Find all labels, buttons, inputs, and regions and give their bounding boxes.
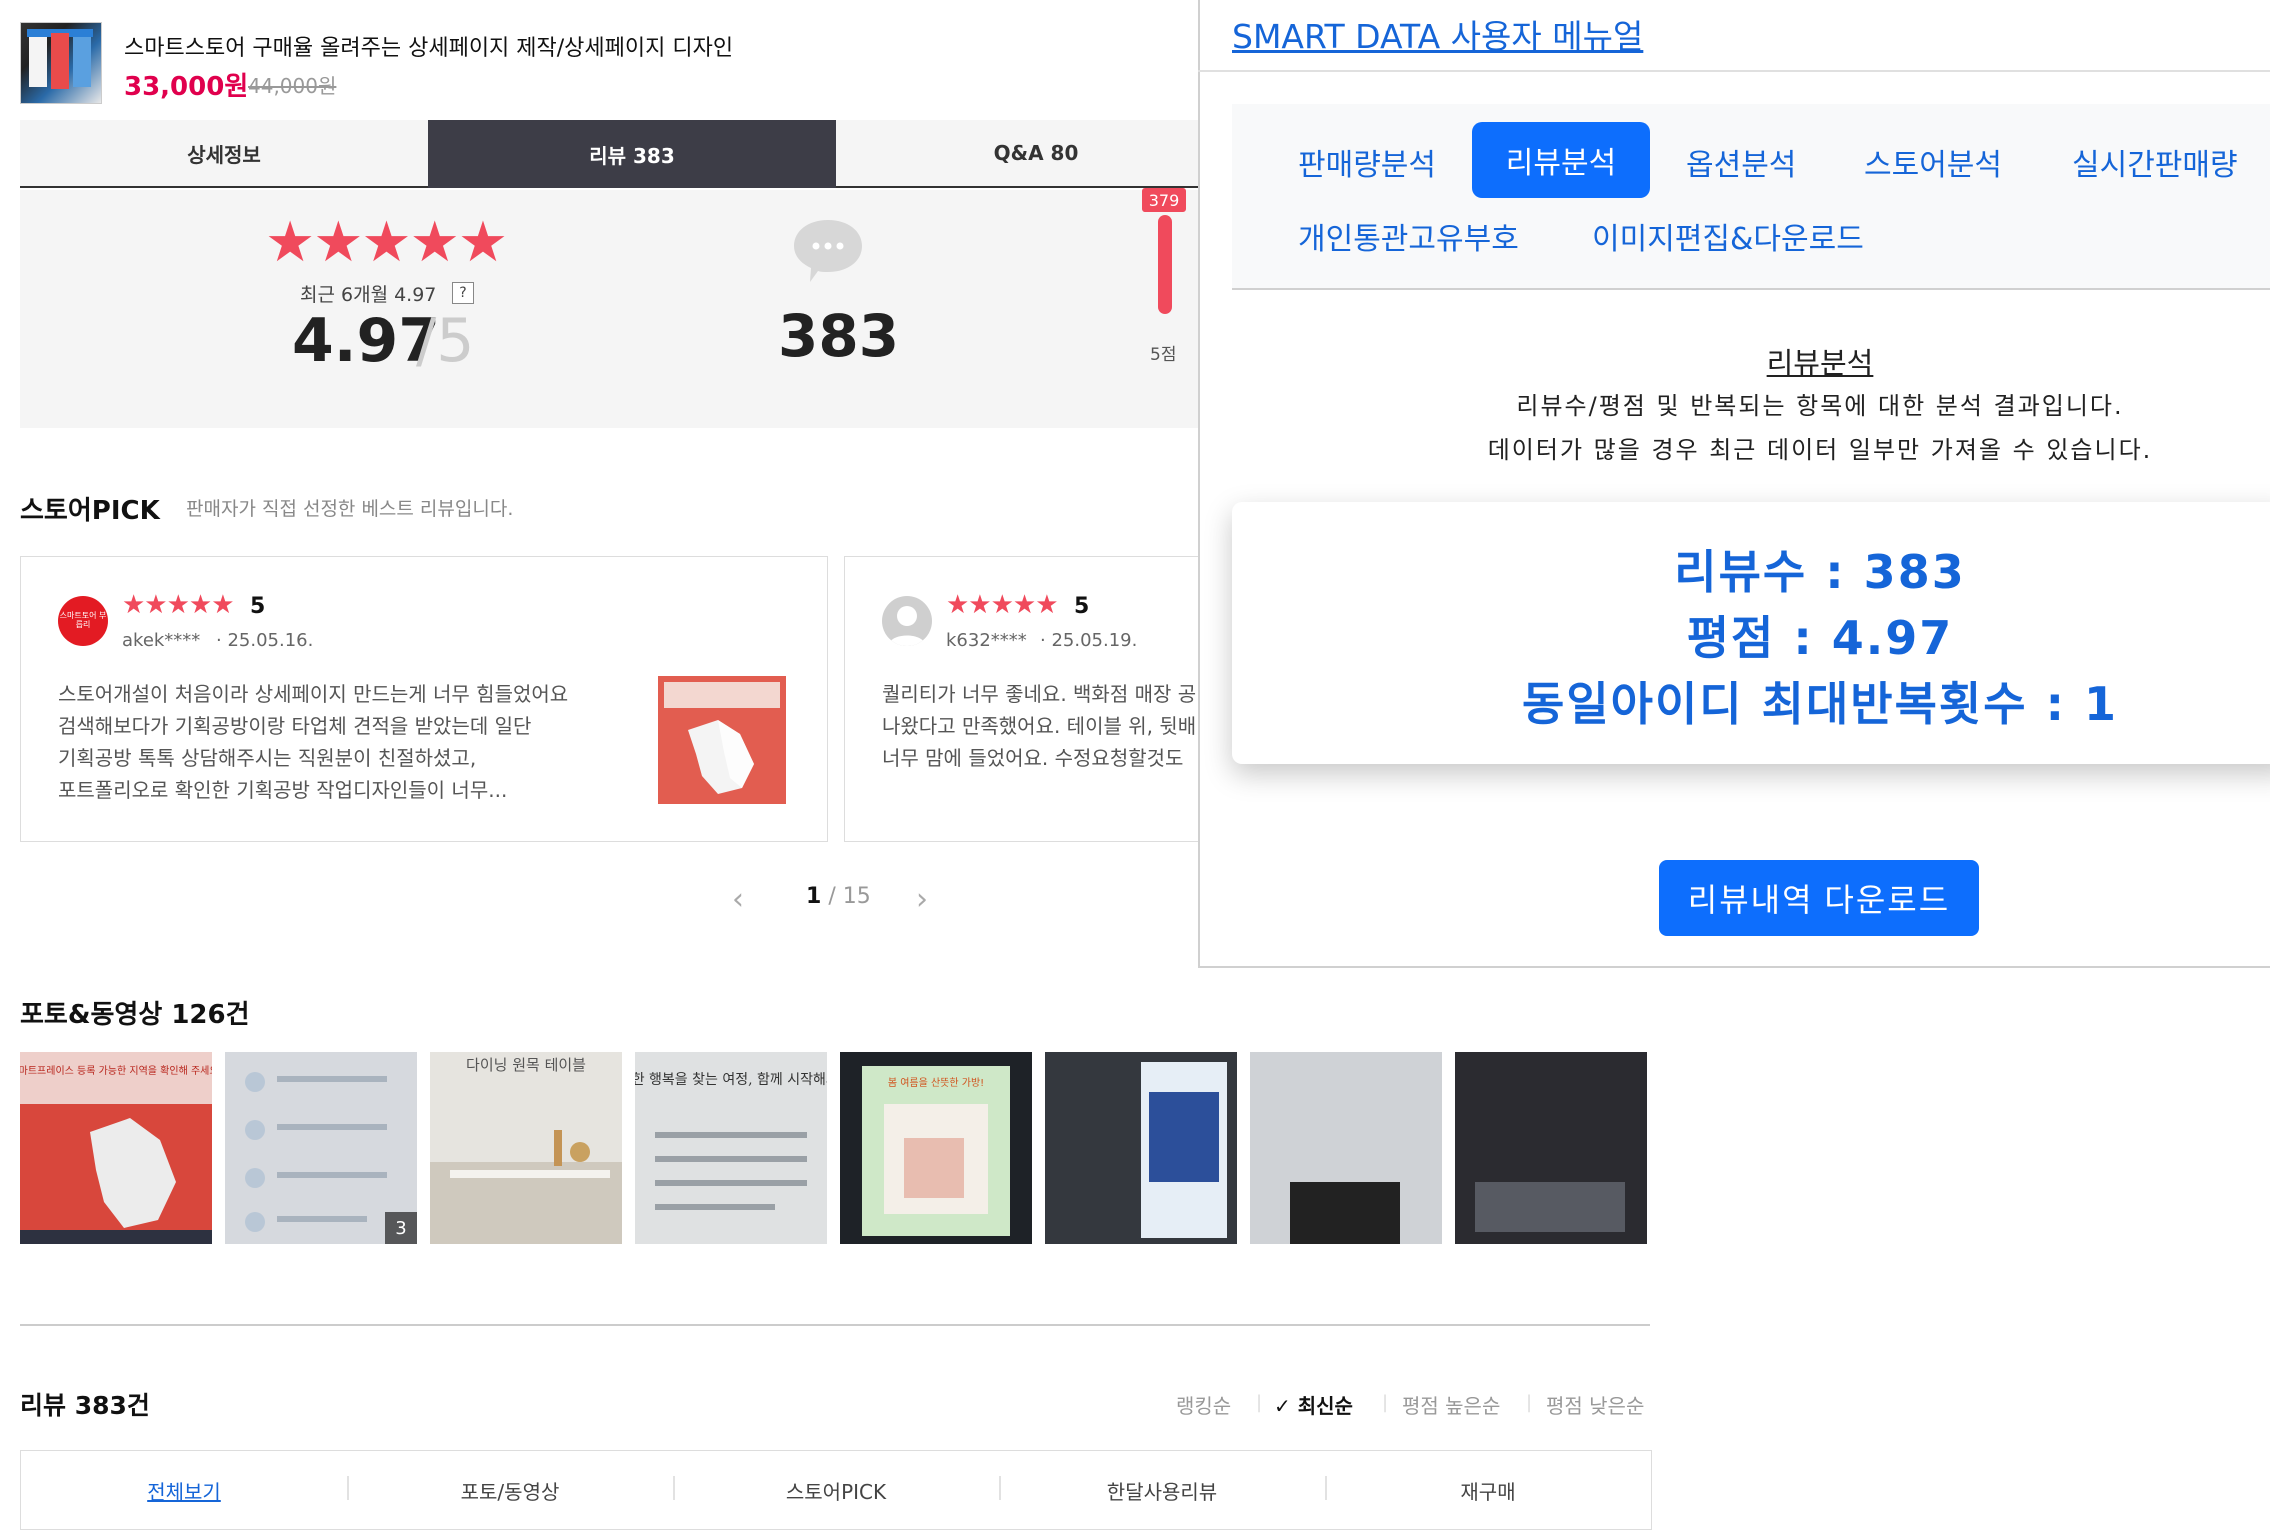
review-download-button[interactable]: 리뷰내역 다운로드 [1659,860,1979,936]
photo-thumbnail[interactable] [1045,1052,1237,1244]
sort-latest[interactable]: ✓ 최신순 [1274,1390,1353,1419]
result-max-repeat: 동일아이디 최대반복횟수 : 1 [1522,677,2118,731]
photo-caption: 스마트프레이스 등록 가능한 지역을 확인해 주세요! [20,1064,212,1077]
rating-max: /5 [416,306,475,376]
rating-stars: ★★★★★ [265,210,508,275]
sort-latest-label: 최신순 [1297,1394,1353,1418]
five-star-count-badge: 379 [1142,188,1186,212]
review-text-line: 너무 맘에 들었어요. 수정요청할것도 [882,746,1184,770]
photo-thumbnail[interactable] [1455,1052,1647,1244]
pager-total: / 15 [828,884,871,909]
reviewer-avatar: 스마트토어 부릅리 [58,596,108,646]
review-stars: ★★★★★ [946,590,1059,620]
speech-bubble-icon [794,220,862,282]
photo-thumbnail[interactable]: 진정한 행복을 찾는 여정, 함께 시작해봐요. [635,1052,827,1244]
product-original-price: 44,000원 [248,74,337,98]
store-pick-description: 판매자가 직접 선정한 베스트 리뷰입니다. [186,498,514,520]
photo-caption: 다이닝 원목 테이블 [466,1056,586,1074]
check-icon: ✓ [1274,1394,1291,1418]
photo-thumbnail[interactable]: 3 [225,1052,417,1244]
panel-divider [1198,70,2270,72]
sort-rating-high[interactable]: 평점 높은순 [1402,1390,1500,1419]
photo-thumbnail[interactable]: 스마트프레이스 등록 가능한 지역을 확인해 주세요! [20,1052,212,1244]
store-pick-title: 스토어PICK [20,496,160,526]
section-description: 리뷰수/평점 및 반복되는 항목에 대한 분석 결과입니다. 데이터가 많을 경… [1400,384,2240,472]
review-count: 383 [778,302,900,370]
analysis-menu [1232,104,2270,290]
filter-separator [347,1476,349,1500]
photo-count-badge: 3 [385,1212,417,1244]
pager-status: 1 / 15 [806,884,871,909]
recent-rating-label: 최근 6개월 4.97 [300,284,437,306]
filter-month-use[interactable]: 한달사용리뷰 [1062,1476,1262,1505]
filter-separator [673,1476,675,1500]
sort-separator: | [1256,1392,1263,1413]
filter-all[interactable]: 전체보기 [84,1476,284,1505]
photo-thumbnail[interactable]: 다이닝 원목 테이블 [430,1052,622,1244]
help-icon[interactable]: ? [452,282,474,304]
product-price: 33,000원 [124,72,249,102]
review-total-count: 리뷰 383건 [20,1391,150,1420]
sort-separator: | [1382,1392,1389,1413]
photo-thumbnail[interactable]: 봄 여름을 산뜻한 가방! [840,1052,1032,1244]
menu-option-analysis[interactable]: 옵션분석 [1686,140,1796,184]
review-photo[interactable] [658,676,786,804]
photo-video-title: 포토&동영상 126건 [20,1000,250,1030]
menu-store-analysis[interactable]: 스토어분석 [1864,140,2002,184]
tab-detail-info[interactable]: 상세정보 [20,120,428,188]
smart-data-manual-link[interactable]: SMART DATA 사용자 메뉴얼 [1232,10,1643,58]
five-star-bar [1158,215,1172,314]
sort-rating-low[interactable]: 평점 낮은순 [1546,1390,1644,1419]
pager-current: 1 [806,884,822,909]
reviewer-avatar [882,596,932,646]
result-rating: 평점 : 4.97 [1686,611,1954,665]
filter-photo-video[interactable]: 포토/동영상 [410,1476,610,1505]
review-stars: ★★★★★ [122,590,235,620]
tab-reviews[interactable]: 리뷰 383 [428,120,836,188]
result-review-count: 리뷰수 : 383 [1674,545,1966,599]
photo-caption: 진정한 행복을 찾는 여정, 함께 시작해봐요. [635,1072,827,1088]
review-text-line: 스토어개설이 처음이라 상세페이지 만드는게 너무 힘들었어요 [58,682,569,706]
five-star-label: 5점 [1150,345,1177,365]
filter-separator [999,1476,1001,1500]
sort-separator: | [1526,1392,1533,1413]
tab-qa[interactable]: Q&A 80 [836,120,1236,188]
review-score: 5 [1074,594,1090,619]
photo-thumbnail[interactable] [1250,1052,1442,1244]
description-line: 데이터가 많을 경우 최근 데이터 일부만 가져올 수 있습니다. [1487,436,2153,464]
photo-caption: 봄 여름을 산뜻한 가방! [888,1077,984,1089]
sort-ranking[interactable]: 랭킹순 [1176,1390,1231,1419]
review-text-line: 기획공방 톡톡 상담해주시는 직원분이 친절하셨고, [58,746,477,770]
section-divider [20,1324,1650,1326]
review-score: 5 [250,594,266,619]
menu-customs-code[interactable]: 개인통관고유부호 [1298,214,1519,258]
reviewer-id: k632**** [946,630,1027,651]
menu-sales-analysis[interactable]: 판매량분석 [1298,140,1436,184]
product-title[interactable]: 스마트스토어 구매율 올려주는 상세페이지 제작/상세페이지 디자인 [124,30,733,62]
pager-prev-button[interactable]: ‹ [732,882,744,917]
pager-next-button[interactable]: › [916,882,928,917]
review-text-line: 퀄리티가 너무 좋네요. 백화점 매장 공 [882,682,1197,706]
review-date: · 25.05.16. [216,630,314,651]
review-text-line: 나왔다고 만족했어요. 테이블 위, 뒷배 [882,714,1197,738]
filter-separator [1325,1476,1327,1500]
description-line: 리뷰수/평점 및 반복되는 항목에 대한 분석 결과입니다. [1516,392,2124,420]
filter-store-pick[interactable]: 스토어PICK [736,1476,936,1505]
review-text-line: 검색해보다가 기획공방이랑 타업체 견적을 받았는데 일단 [58,714,532,738]
filter-repurchase[interactable]: 재구매 [1388,1476,1588,1505]
rating-summary [20,190,1200,428]
menu-review-analysis[interactable]: 리뷰분석 [1472,122,1650,198]
section-title: 리뷰분석 [1766,346,1874,380]
product-thumbnail[interactable] [20,22,102,104]
review-date: · 25.05.19. [1040,630,1138,651]
menu-image-edit-download[interactable]: 이미지편집&다운로드 [1592,214,1864,258]
reviewer-id: akek**** [122,630,201,651]
menu-realtime-sales[interactable]: 실시간판매량 [2072,140,2238,184]
review-text-line: 포트폴리오로 확인한 기획공방 작업디자인들이 너무... [58,778,508,802]
